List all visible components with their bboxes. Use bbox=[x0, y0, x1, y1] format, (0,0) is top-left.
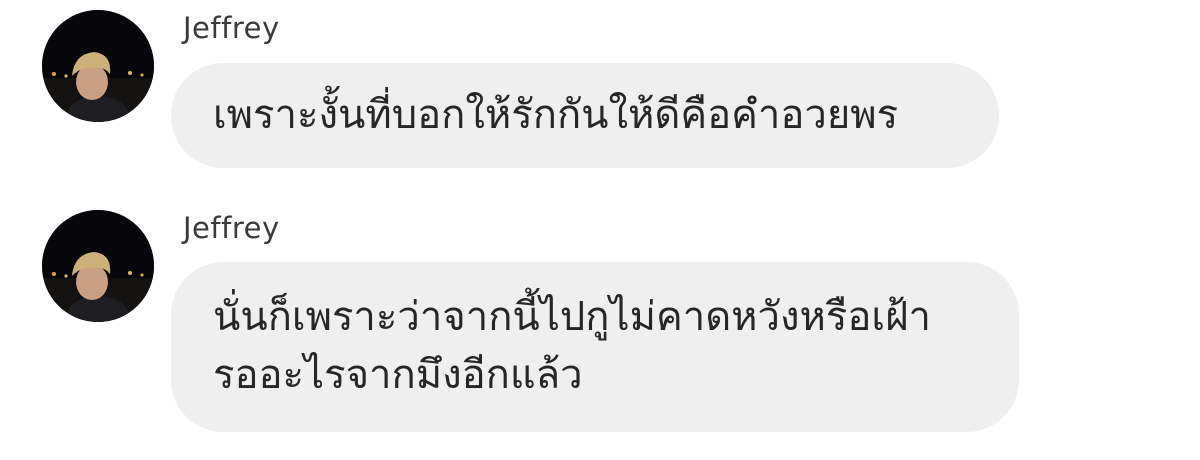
message-bubble[interactable]: เพราะงั้นที่บอกให้รักกันให้ดีคือคำอวยพร bbox=[171, 63, 999, 168]
avatar[interactable] bbox=[42, 210, 154, 322]
message-bubble[interactable]: นั่นก็เพราะว่าจากนี้ไปกูไม่คาดหวังหรือเฝ… bbox=[171, 262, 1019, 432]
avatar-photo bbox=[42, 210, 154, 322]
chat-message: Jeffrey เพราะงั้นที่บอกให้รักกันให้ดีคือ… bbox=[0, 0, 1200, 190]
avatar[interactable] bbox=[42, 10, 154, 122]
sender-name: Jeffrey bbox=[183, 11, 280, 45]
chat-message: Jeffrey นั่นก็เพราะว่าจากนี้ไปกูไม่คาดหว… bbox=[0, 200, 1200, 460]
sender-name: Jeffrey bbox=[183, 211, 280, 245]
avatar-photo bbox=[42, 10, 154, 122]
